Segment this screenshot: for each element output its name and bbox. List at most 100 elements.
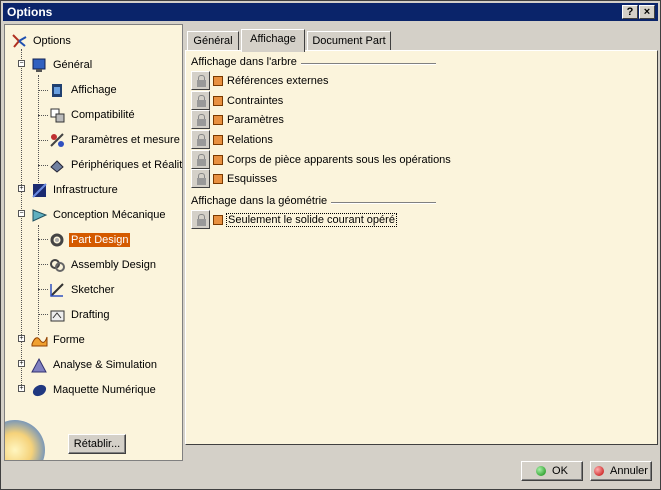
collapse-mechanical-toggle[interactable]: − xyxy=(18,210,25,217)
assembly-design-icon xyxy=(50,258,65,272)
tree-connector xyxy=(38,289,48,290)
tree-root[interactable]: Options xyxy=(11,31,73,51)
tree-connector xyxy=(38,264,48,265)
sketcher-icon xyxy=(50,282,64,297)
lock-icon[interactable] xyxy=(191,71,210,90)
lock-icon[interactable] xyxy=(191,91,210,110)
tree-item-compatibility[interactable]: Compatibilité xyxy=(49,105,137,125)
expand-shape-toggle[interactable]: + xyxy=(18,335,25,342)
tree-label: Options xyxy=(33,35,71,47)
analysis-icon xyxy=(31,357,47,372)
tree-item-assembly-design[interactable]: Assembly Design xyxy=(49,255,158,275)
expand-analysis-toggle[interactable]: + xyxy=(18,360,25,367)
tab-general[interactable]: Général xyxy=(187,31,239,51)
cancel-button[interactable]: Annuler xyxy=(590,461,652,481)
drafting-icon xyxy=(50,310,65,321)
tree-label: Part Design xyxy=(69,233,131,247)
catia-logo-icon xyxy=(5,420,45,460)
tree-item-devices[interactable]: Périphériques et Réalité V xyxy=(49,155,182,175)
options-tree-icon xyxy=(12,33,27,48)
reset-button[interactable]: Rétablir... xyxy=(68,434,126,454)
option-sketches[interactable]: Esquisses xyxy=(191,169,277,188)
display-icon xyxy=(52,83,62,97)
ok-button[interactable]: OK xyxy=(521,461,583,481)
tree-label: Affichage xyxy=(71,84,117,96)
checkbox[interactable] xyxy=(213,114,223,125)
option-current-solid-only[interactable]: Seulement le solide courant opéré xyxy=(191,210,397,229)
title-bar: Options ? × xyxy=(3,3,658,21)
tab-document-part[interactable]: Document Part xyxy=(307,31,391,51)
window-title: Options xyxy=(7,5,53,19)
tree-connector xyxy=(38,140,48,141)
checkbox[interactable] xyxy=(213,95,223,106)
option-external-references[interactable]: Références externes xyxy=(191,71,329,90)
checkbox[interactable] xyxy=(213,154,223,165)
ok-label: OK xyxy=(552,465,568,477)
tab-display[interactable]: Affichage xyxy=(241,29,305,52)
close-button[interactable]: × xyxy=(639,5,655,19)
infrastructure-icon xyxy=(32,182,47,198)
option-bodies-under-operations[interactable]: Corps de pièce apparents sous les opérat… xyxy=(191,150,451,169)
tree-item-sketcher[interactable]: Sketcher xyxy=(49,280,116,300)
lock-icon[interactable] xyxy=(191,169,210,188)
tree-display-group-title: Affichage dans l'arbre xyxy=(191,56,297,68)
tree-item-mechanical-design[interactable]: Conception Mécanique xyxy=(31,205,168,225)
tree-label: Compatibilité xyxy=(71,109,135,121)
tree-item-digital-mockup[interactable]: Maquette Numérique xyxy=(31,380,158,400)
geometry-display-group-title: Affichage dans la géométrie xyxy=(191,195,328,207)
lock-icon[interactable] xyxy=(191,210,210,229)
group-divider xyxy=(301,63,436,65)
parameters-icon xyxy=(50,132,64,147)
tree-item-drafting[interactable]: Drafting xyxy=(49,305,112,325)
options-tree: Options − Général Affichage Compatibilit… xyxy=(4,24,183,461)
collapse-general-toggle[interactable]: − xyxy=(18,60,25,67)
option-relations[interactable]: Relations xyxy=(191,130,273,149)
tree-label: Assembly Design xyxy=(71,259,156,271)
tree-label: Sketcher xyxy=(71,284,115,296)
checkbox[interactable] xyxy=(213,134,223,145)
tree-connector xyxy=(38,225,39,335)
help-button[interactable]: ? xyxy=(622,5,638,19)
lock-icon[interactable] xyxy=(191,130,210,149)
tree-item-analysis[interactable]: Analyse & Simulation xyxy=(31,355,159,375)
tree-connector xyxy=(38,90,48,91)
option-label: Références externes xyxy=(227,74,329,87)
option-label: Contraintes xyxy=(227,94,284,107)
option-label: Corps de pièce apparents sous les opérat… xyxy=(227,153,451,166)
mechanical-design-icon xyxy=(32,208,48,222)
tree-connector xyxy=(38,115,48,116)
cancel-label: Annuler xyxy=(610,465,648,477)
tree-label: Analyse & Simulation xyxy=(53,359,157,371)
tree-item-general[interactable]: Général xyxy=(31,55,94,75)
general-icon xyxy=(32,58,46,72)
tree-label: Paramètres et mesure xyxy=(71,134,180,146)
option-label: Esquisses xyxy=(227,172,278,185)
tree-item-parameters[interactable]: Paramètres et mesure xyxy=(49,130,182,150)
checkbox[interactable] xyxy=(213,173,223,184)
option-label: Paramètres xyxy=(227,113,284,126)
tree-label: Infrastructure xyxy=(53,184,118,196)
checkbox[interactable] xyxy=(213,214,223,225)
group-divider xyxy=(331,202,436,204)
digital-mockup-icon xyxy=(32,384,47,396)
checkbox[interactable] xyxy=(213,75,223,86)
lock-icon[interactable] xyxy=(191,110,210,129)
lock-icon[interactable] xyxy=(191,150,210,169)
option-label: Seulement le solide courant opéré xyxy=(226,212,397,227)
expand-infrastructure-toggle[interactable]: + xyxy=(18,185,25,192)
option-parameters[interactable]: Paramètres xyxy=(191,110,284,129)
tree-label: Conception Mécanique xyxy=(53,209,166,221)
expand-digital-mockup-toggle[interactable]: + xyxy=(18,385,25,392)
tree-label: Général xyxy=(53,59,93,71)
tree-item-shape[interactable]: Forme xyxy=(31,330,87,350)
devices-icon xyxy=(50,159,64,173)
tree-item-part-design[interactable]: Part Design xyxy=(49,230,131,250)
tree-connector xyxy=(38,239,48,240)
shape-icon xyxy=(31,336,48,346)
ok-icon xyxy=(536,466,547,476)
tree-connector xyxy=(38,75,39,185)
compatibility-icon xyxy=(50,108,65,122)
option-constraints[interactable]: Contraintes xyxy=(191,91,283,110)
tree-item-infrastructure[interactable]: Infrastructure xyxy=(31,180,120,200)
tree-item-display[interactable]: Affichage xyxy=(49,80,119,100)
